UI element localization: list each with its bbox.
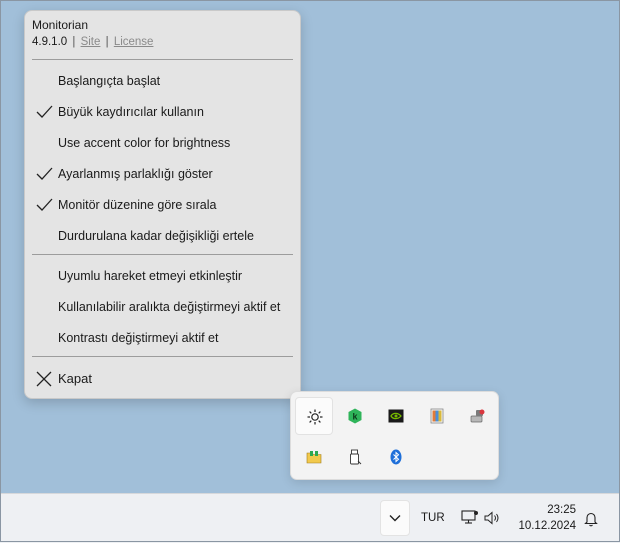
- paint-app-icon: [430, 408, 444, 424]
- input-language-indicator[interactable]: TUR: [421, 512, 445, 524]
- menu-item-label: Kontrastı değiştirmeyi aktif et: [58, 331, 219, 345]
- menu-divider: [32, 254, 293, 255]
- menu-item-change-contrast[interactable]: Kontrastı değiştirmeyi aktif et: [31, 325, 294, 351]
- menu-item-start-on-signin[interactable]: Başlangıçta başlat: [31, 68, 294, 94]
- menu-item-label: Monitör düzenine göre sırala: [58, 198, 217, 212]
- kaspersky-icon: k: [348, 408, 362, 424]
- menu-item-large-sliders[interactable]: Büyük kaydırıcılar kullanın: [31, 99, 294, 125]
- menu-item-change-range[interactable]: Kullanılabilir aralıkta değiştirmeyi akt…: [31, 294, 294, 320]
- chevron-down-icon: [389, 515, 401, 522]
- clock-date: 10.12.2024: [518, 520, 576, 532]
- kaspersky-tray-button[interactable]: k: [336, 397, 374, 435]
- notification-bell-icon[interactable]: [584, 511, 598, 527]
- usb-device-icon: [470, 409, 485, 423]
- network-icon[interactable]: [461, 510, 479, 526]
- tray-overflow-flyout: k: [290, 391, 499, 480]
- site-link[interactable]: Site: [81, 36, 101, 48]
- checkmark-icon: [36, 105, 53, 118]
- brightness-tray-button[interactable]: [295, 397, 333, 435]
- show-hidden-icons-button[interactable]: [380, 500, 410, 536]
- version-row: 4.9.1.0 | Site | License: [32, 36, 153, 48]
- separator: |: [105, 36, 109, 48]
- menu-item-label: Ayarlanmış parlaklığı göster: [58, 167, 213, 181]
- brightness-icon: [307, 409, 323, 425]
- menu-item-label: Başlangıçta başlat: [58, 74, 161, 88]
- network-folder-tray-button[interactable]: [295, 438, 333, 476]
- paint-tray-button[interactable]: [418, 397, 456, 435]
- nvidia-icon: [388, 409, 404, 423]
- version-text: 4.9.1.0: [32, 36, 68, 48]
- menu-item-label: Durdurulana kadar değişikliği ertele: [58, 229, 254, 243]
- menu-item-arrange-by-layout[interactable]: Monitör düzenine göre sırala: [31, 192, 294, 218]
- close-label: Kapat: [58, 371, 92, 386]
- menu-item-label: Kullanılabilir aralıkta değiştirmeyi akt…: [58, 300, 281, 314]
- menu-divider: [32, 59, 293, 60]
- nvidia-tray-button[interactable]: [377, 397, 415, 435]
- taskbar: TUR 23:25 10.12.2024: [0, 493, 620, 543]
- checkmark-icon: [36, 167, 53, 180]
- menu-divider: [32, 356, 293, 357]
- app-name: Monitorian: [32, 18, 89, 32]
- usb-drive-icon: [350, 449, 362, 465]
- menu-item-label: Uyumlu hareket etmeyi etkinleştir: [58, 269, 243, 283]
- volume-icon[interactable]: [484, 511, 500, 525]
- usb-drive-tray-button[interactable]: [336, 438, 374, 476]
- menu-item-label: Büyük kaydırıcılar kullanın: [58, 105, 204, 119]
- menu-item-defer-change[interactable]: Durdurulana kadar değişikliği ertele: [31, 223, 294, 249]
- bluetooth-icon: [390, 449, 402, 465]
- monitorian-menu: Monitorian 4.9.1.0 | Site | License Başl…: [24, 10, 301, 399]
- checkmark-icon: [36, 198, 53, 211]
- close-icon: [36, 371, 52, 387]
- license-link[interactable]: License: [114, 36, 154, 48]
- clock[interactable]: 23:25 10.12.2024: [518, 502, 576, 534]
- close-button[interactable]: Kapat: [31, 366, 294, 392]
- separator: |: [72, 36, 76, 48]
- clock-time: 23:25: [547, 504, 576, 516]
- network-folder-icon: [306, 451, 322, 464]
- menu-item-label: Use accent color for brightness: [58, 136, 231, 150]
- bluetooth-tray-button[interactable]: [377, 438, 415, 476]
- usb-device-tray-button[interactable]: [459, 397, 497, 435]
- menu-item-unison-move[interactable]: Uyumlu hareket etmeyi etkinleştir: [31, 263, 294, 289]
- menu-item-accent-color[interactable]: Use accent color for brightness: [31, 130, 294, 156]
- menu-item-show-adjusted-brightness[interactable]: Ayarlanmış parlaklığı göster: [31, 161, 294, 187]
